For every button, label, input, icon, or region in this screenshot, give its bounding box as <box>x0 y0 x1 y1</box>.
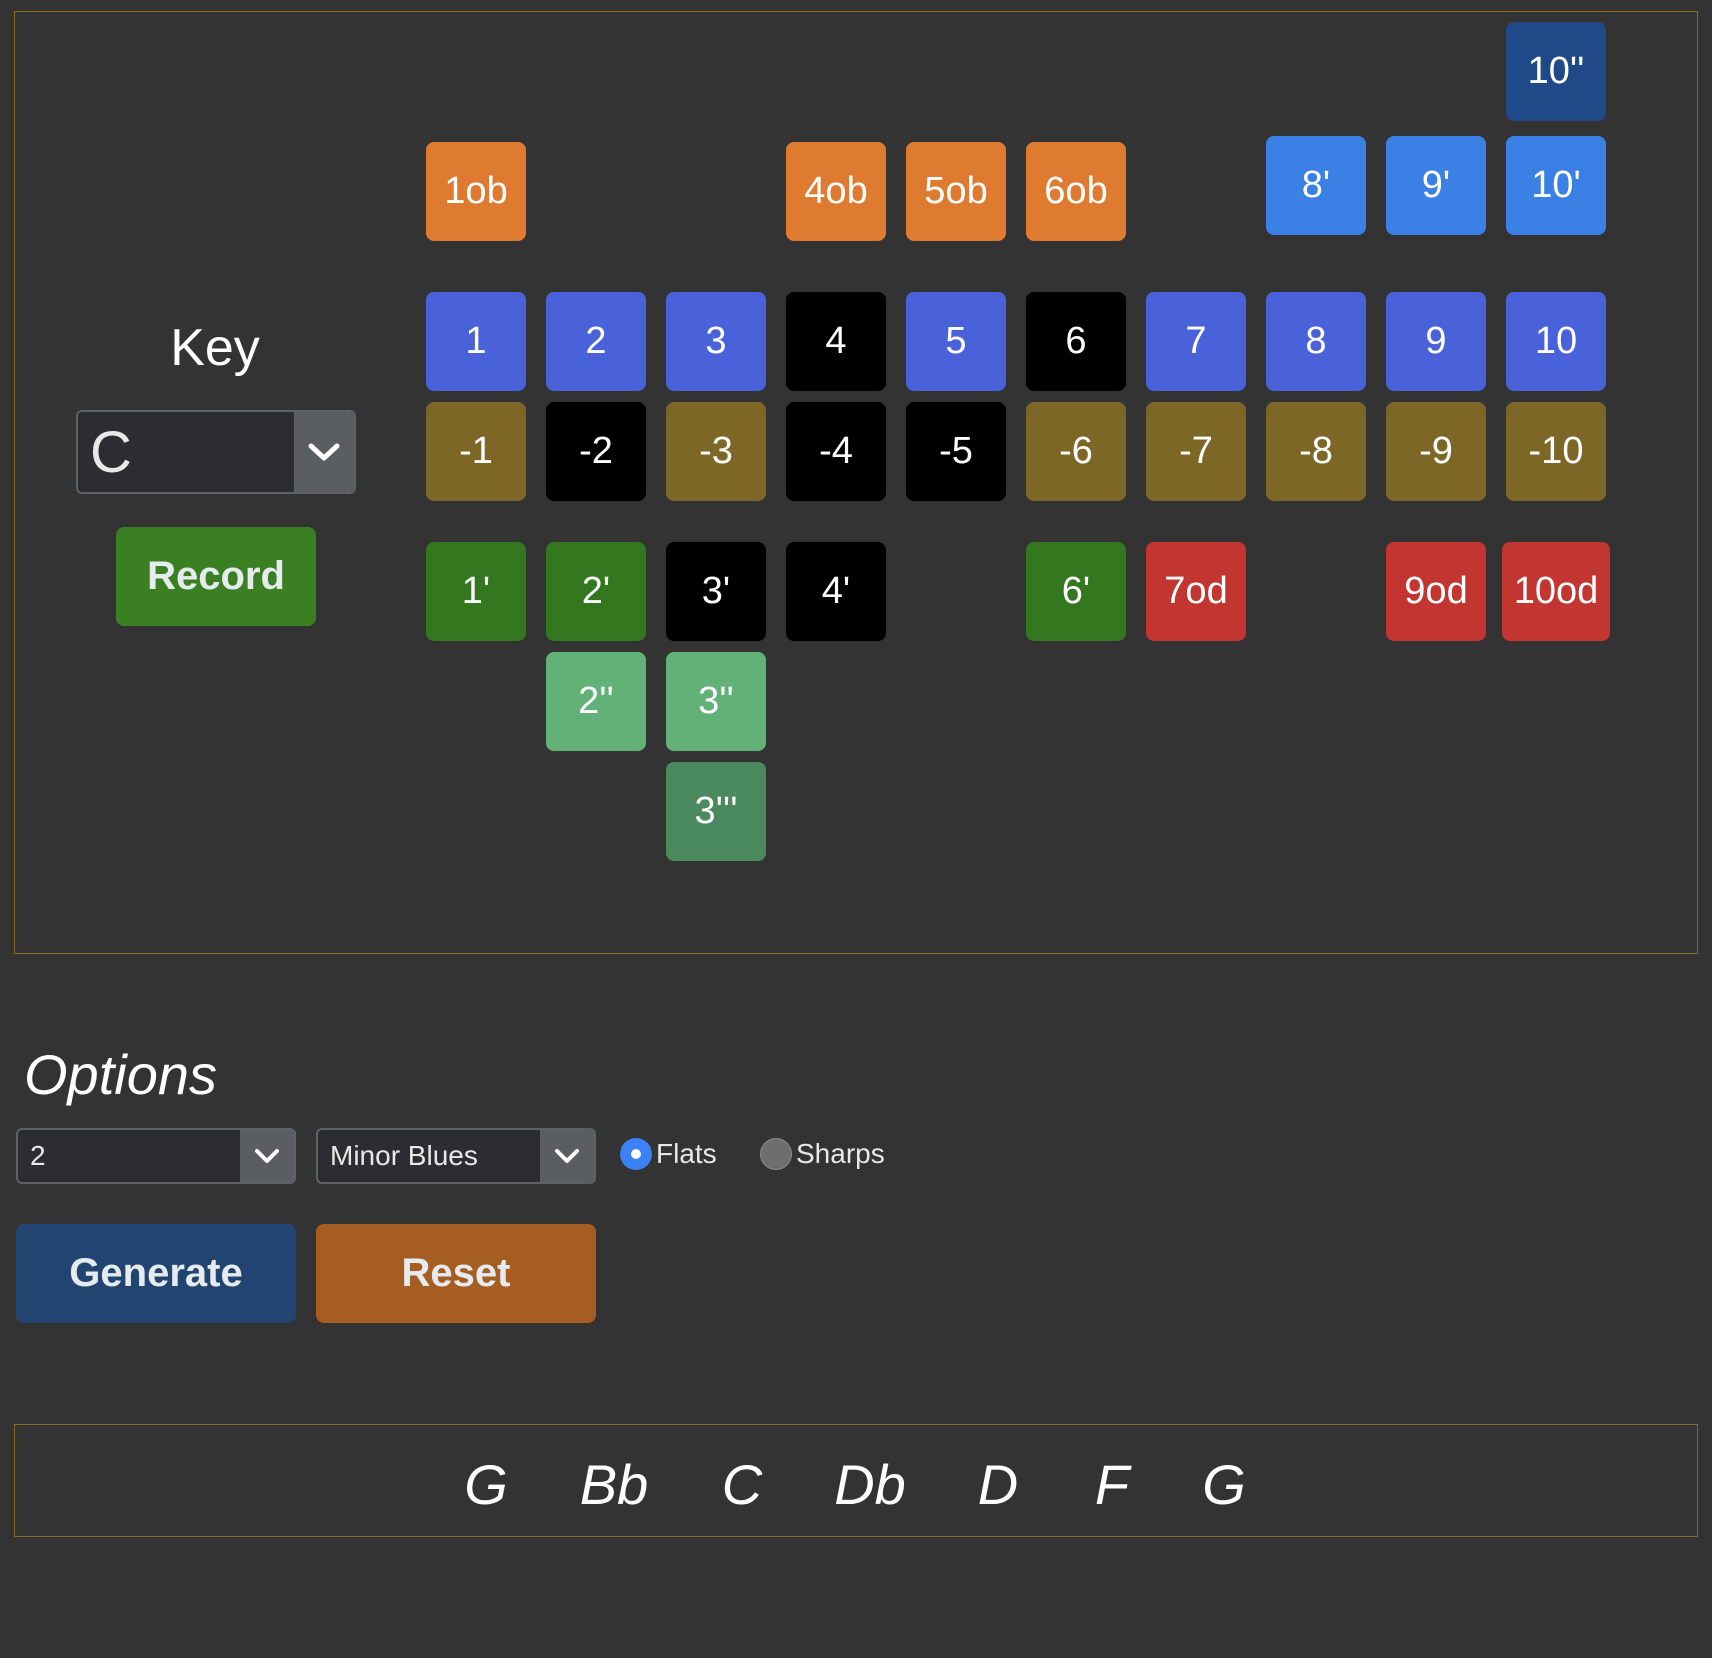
hole-4-draw-tile[interactable]: -4 <box>786 402 886 501</box>
scale-select[interactable]: Minor Blues <box>316 1128 596 1184</box>
hole-10-blow-tile[interactable]: 10 <box>1506 292 1606 391</box>
chevron-down-icon <box>294 412 354 492</box>
hole-7-draw-tile[interactable]: -7 <box>1146 402 1246 501</box>
hole-3-draw-tile[interactable]: -3 <box>666 402 766 501</box>
sharps-radio-label: Sharps <box>796 1138 885 1169</box>
radio-unchecked-icon[interactable] <box>760 1138 792 1170</box>
options-title: Options <box>24 1043 217 1106</box>
record-button[interactable]: Record <box>116 527 316 626</box>
scale-select-value: Minor Blues <box>330 1140 478 1171</box>
flats-radio[interactable]: Flats <box>620 1138 717 1170</box>
scale-note: C <box>721 1453 763 1516</box>
scale-note: Db <box>834 1453 906 1516</box>
scale-note: D <box>977 1453 1019 1516</box>
scale-note: F <box>1094 1453 1130 1516</box>
hole-2-draw-tile[interactable]: -2 <box>546 402 646 501</box>
hole-7-overdraw-tile[interactable]: 7od <box>1146 542 1246 641</box>
generate-button[interactable]: Generate <box>16 1224 296 1323</box>
hole-5-overblow-tile[interactable]: 5ob <box>906 142 1006 241</box>
hole-1-blow-tile[interactable]: 1 <box>426 292 526 391</box>
hole-2-double-bend-tile[interactable]: 2'' <box>546 652 646 751</box>
hole-9-overdraw-tile[interactable]: 9od <box>1386 542 1486 641</box>
hole-3-triple-bend-tile[interactable]: 3''' <box>666 762 766 861</box>
hole-10-overdraw-tile[interactable]: 10od <box>1502 542 1610 641</box>
octave-select-value: 2 <box>30 1140 46 1171</box>
hole-5-blow-tile[interactable]: 5 <box>906 292 1006 391</box>
hole-2-blow-tile[interactable]: 2 <box>546 292 646 391</box>
hole-4-blow-tile[interactable]: 4 <box>786 292 886 391</box>
hole-5-draw-tile[interactable]: -5 <box>906 402 1006 501</box>
key-label: Key <box>170 319 260 377</box>
hole-1-draw-tile[interactable]: -1 <box>426 402 526 501</box>
hole-1-overblow-tile[interactable]: 1ob <box>426 142 526 241</box>
chevron-down-icon <box>540 1130 594 1182</box>
scale-note: Bb <box>579 1453 649 1516</box>
key-select[interactable]: C <box>76 410 356 494</box>
hole-9-draw-tile[interactable]: -9 <box>1386 402 1486 501</box>
octave-select[interactable]: 2 <box>16 1128 296 1184</box>
hole-6-overblow-tile[interactable]: 6ob <box>1026 142 1126 241</box>
hole-2-draw-bend-tile[interactable]: 2' <box>546 542 646 641</box>
radio-checked-icon[interactable] <box>620 1138 652 1170</box>
hole-4-draw-bend-tile[interactable]: 4' <box>786 542 886 641</box>
chevron-down-icon <box>240 1130 294 1182</box>
hole-10-double-bend-tile[interactable]: 10'' <box>1506 22 1606 121</box>
hole-8-blow-bend-tile[interactable]: 8' <box>1266 136 1366 235</box>
flats-radio-label: Flats <box>656 1138 717 1169</box>
hole-7-blow-tile[interactable]: 7 <box>1146 292 1246 391</box>
hole-3-double-bend-tile[interactable]: 3'' <box>666 652 766 751</box>
hole-9-blow-tile[interactable]: 9 <box>1386 292 1486 391</box>
scale-note: G <box>1202 1453 1246 1516</box>
sharps-radio[interactable]: Sharps <box>760 1138 885 1170</box>
hole-3-draw-bend-tile[interactable]: 3' <box>666 542 766 641</box>
hole-9-blow-bend-tile[interactable]: 9' <box>1386 136 1486 235</box>
hole-1-draw-bend-tile[interactable]: 1' <box>426 542 526 641</box>
scale-note: G <box>464 1453 508 1516</box>
hole-10-draw-tile[interactable]: -10 <box>1506 402 1606 501</box>
hole-10-blow-bend-tile[interactable]: 10' <box>1506 136 1606 235</box>
hole-6-blow-tile[interactable]: 6 <box>1026 292 1126 391</box>
hole-4-overblow-tile[interactable]: 4ob <box>786 142 886 241</box>
key-select-value: C <box>90 419 132 485</box>
hole-6-draw-tile[interactable]: -6 <box>1026 402 1126 501</box>
hole-6-draw-bend-tile[interactable]: 6' <box>1026 542 1126 641</box>
hole-3-blow-tile[interactable]: 3 <box>666 292 766 391</box>
reset-button[interactable]: Reset <box>316 1224 596 1323</box>
hole-8-blow-tile[interactable]: 8 <box>1266 292 1366 391</box>
hole-8-draw-tile[interactable]: -8 <box>1266 402 1366 501</box>
